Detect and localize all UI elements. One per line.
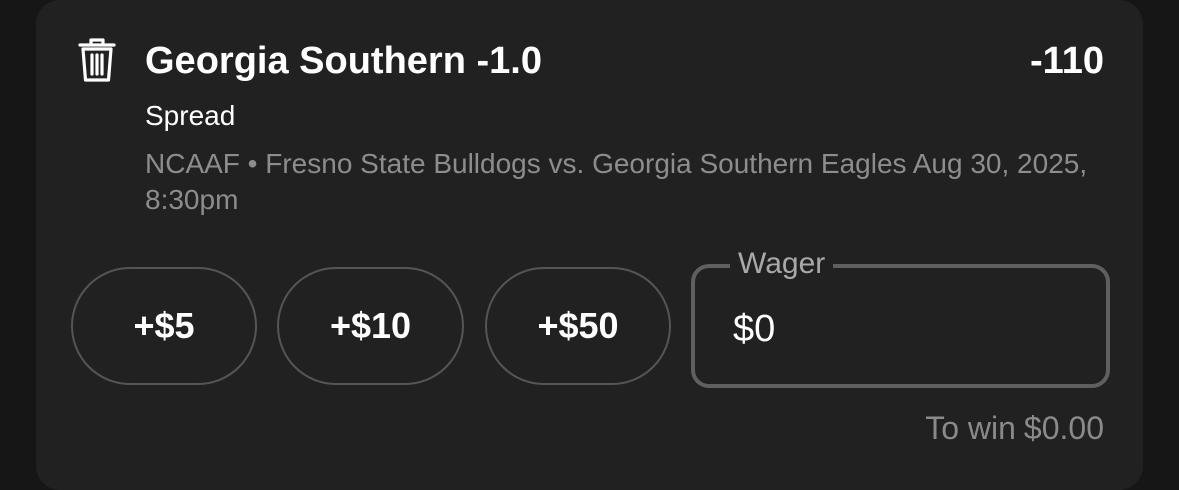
wager-label: Wager [730,244,834,284]
wager-input[interactable]: Wager $0 [691,244,1110,388]
bet-odds: -110 [1030,40,1104,82]
bet-market-type: Spread [145,100,236,131]
add-50-button[interactable]: +$50 [485,267,671,385]
bet-event-details: NCAAF • Fresno State Bulldogs vs. Georgi… [145,148,1088,215]
add-10-button[interactable]: +$10 [277,267,464,385]
to-win-amount: $0.00 [1023,410,1104,446]
add-5-button[interactable]: +$5 [71,267,257,385]
to-win-payout: To win $0.00 [925,408,1104,448]
to-win-label: To win [925,410,1016,446]
bet-selection-title: Georgia Southern -1.0 [145,40,542,82]
wager-value[interactable]: $0 [733,306,775,352]
trash-icon[interactable] [78,37,116,83]
